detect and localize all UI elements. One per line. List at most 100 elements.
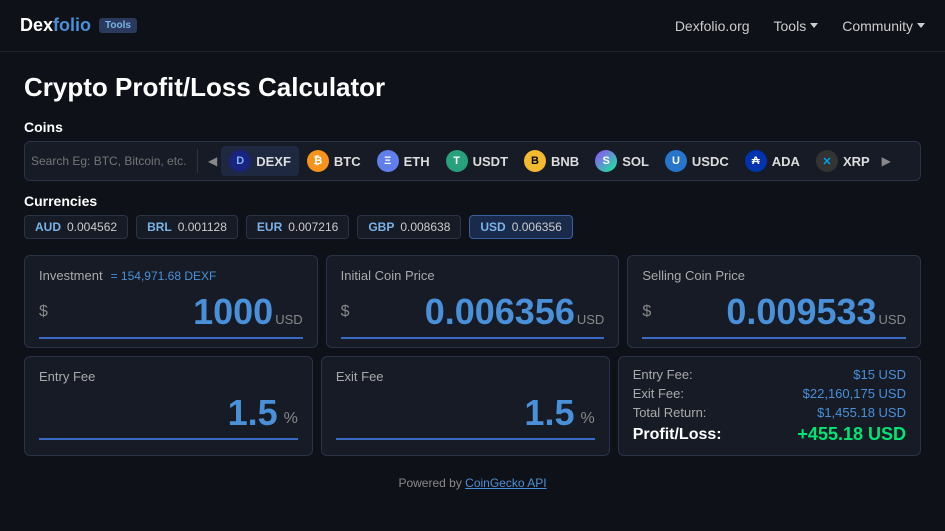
tools-badge: Tools — [99, 18, 137, 33]
initial-price-currency-symbol: $ — [341, 303, 350, 321]
entry-fee-label: Entry Fee — [39, 369, 298, 384]
exit-fee-unit: % — [580, 410, 594, 434]
coin-search-input[interactable] — [31, 154, 186, 168]
nav-dexfolio-org[interactable]: Dexfolio.org — [675, 18, 750, 34]
results-total-return-value: $1,455.18 USD — [817, 405, 906, 420]
coin-item-dexf[interactable]: D DEXF — [221, 146, 299, 176]
coin-item-bnb[interactable]: B BNB — [516, 146, 587, 176]
selling-price-value: 0.009533 — [655, 291, 876, 333]
initial-price-label: Initial Coin Price — [341, 268, 605, 283]
nav: Dexfolio.org Tools Community — [675, 18, 925, 34]
coins-divider — [197, 149, 198, 173]
tools-chevron-down-icon — [810, 23, 818, 28]
main-content: Crypto Profit/Loss Calculator Coins ◀ D … — [0, 52, 945, 466]
results-entry-fee-label: Entry Fee: — [633, 367, 693, 382]
selling-price-unit: USD — [879, 312, 906, 333]
coin-label-bnb: BNB — [551, 154, 579, 169]
coin-item-usdt[interactable]: T USDT — [438, 146, 516, 176]
exit-fee-panel: Exit Fee 1.5 % — [321, 356, 610, 456]
entry-fee-input-row: 1.5 % — [39, 392, 298, 440]
coin-icon-eth: Ξ — [377, 150, 399, 172]
entry-fee-panel: Entry Fee 1.5 % — [24, 356, 313, 456]
initial-price-value: 0.006356 — [354, 291, 575, 333]
coin-item-xrp[interactable]: ✕ XRP — [808, 146, 878, 176]
currency-brl[interactable]: BRL 0.001128 — [136, 215, 238, 239]
entry-fee-value: 1.5 — [39, 392, 278, 434]
initial-price-unit: USD — [577, 312, 604, 333]
logo-area: Dexfolio Tools — [20, 15, 137, 36]
coin-item-sol[interactable]: S SOL — [587, 146, 657, 176]
results-entry-fee-row: Entry Fee: $15 USD — [633, 367, 906, 382]
results-total-return-row: Total Return: $1,455.18 USD — [633, 405, 906, 420]
investment-unit: USD — [275, 312, 302, 333]
selling-price-label: Selling Coin Price — [642, 268, 906, 283]
currency-usd[interactable]: USD 0.006356 — [469, 215, 572, 239]
coin-label-ada: ADA — [772, 154, 800, 169]
currency-gbp[interactable]: GBP 0.008638 — [357, 215, 461, 239]
investment-equiv: = 154,971.68 DEXF — [111, 269, 217, 283]
coin-label-eth: ETH — [404, 154, 430, 169]
entry-fee-unit: % — [284, 410, 298, 434]
currencies-row: AUD 0.004562 BRL 0.001128 EUR 0.007216 G… — [24, 215, 921, 239]
selling-price-input-row: $ 0.009533 USD — [642, 291, 906, 339]
coin-icon-xrp: ✕ — [816, 150, 838, 172]
coin-search-wrapper — [31, 154, 191, 168]
investment-panel: Investment = 154,971.68 DEXF $ 1000 USD — [24, 255, 318, 348]
coins-nav-prev-icon[interactable]: ◀ — [204, 154, 221, 168]
coin-item-btc[interactable]: ₿ BTC — [299, 146, 369, 176]
coin-item-eth[interactable]: Ξ ETH — [369, 146, 438, 176]
coins-row: ◀ D DEXF ₿ BTC Ξ ETH T USDT B BNB S SOL … — [24, 141, 921, 181]
footer-coingecko-link[interactable]: CoinGecko API — [465, 476, 546, 490]
page-title: Crypto Profit/Loss Calculator — [24, 72, 921, 103]
community-chevron-down-icon — [917, 23, 925, 28]
currencies-section-label: Currencies — [24, 193, 921, 209]
coin-label-sol: SOL — [622, 154, 649, 169]
coin-label-usdt: USDT — [473, 154, 508, 169]
initial-price-panel: Initial Coin Price $ 0.006356 USD — [326, 255, 620, 348]
selling-price-panel: Selling Coin Price $ 0.009533 USD — [627, 255, 921, 348]
results-profit-value: +455.18 USD — [797, 424, 906, 445]
investment-value: 1000 — [52, 291, 273, 333]
initial-price-input-row: $ 0.006356 USD — [341, 291, 605, 339]
results-exit-fee-value: $22,160,175 USD — [803, 386, 906, 401]
results-exit-fee-label: Exit Fee: — [633, 386, 684, 401]
coin-label-usdc: USDC — [692, 154, 729, 169]
coin-icon-sol: S — [595, 150, 617, 172]
coins-section-label: Coins — [24, 119, 921, 135]
results-entry-fee-value: $15 USD — [853, 367, 906, 382]
results-profit-row: Profit/Loss: +455.18 USD — [633, 424, 906, 445]
results-exit-fee-row: Exit Fee: $22,160,175 USD — [633, 386, 906, 401]
coin-icon-usdc: U — [665, 150, 687, 172]
nav-community[interactable]: Community — [842, 18, 925, 34]
fee-row: Entry Fee 1.5 % Exit Fee 1.5 % Entry Fee… — [24, 356, 921, 456]
logo: Dexfolio — [20, 15, 91, 36]
coin-item-usdc[interactable]: U USDC — [657, 146, 737, 176]
results-panel: Entry Fee: $15 USD Exit Fee: $22,160,175… — [618, 356, 921, 456]
coin-label-btc: BTC — [334, 154, 361, 169]
calc-top-row: Investment = 154,971.68 DEXF $ 1000 USD … — [24, 255, 921, 348]
investment-label: Investment = 154,971.68 DEXF — [39, 268, 303, 283]
coin-icon-usdt: T — [446, 150, 468, 172]
coin-icon-bnb: B — [524, 150, 546, 172]
coin-icon-ada: ₳ — [745, 150, 767, 172]
results-total-return-label: Total Return: — [633, 405, 707, 420]
coins-nav-next-icon[interactable]: ▶ — [878, 154, 895, 168]
investment-currency-symbol: $ — [39, 303, 48, 321]
exit-fee-value: 1.5 — [336, 392, 575, 434]
footer: Powered by CoinGecko API — [0, 466, 945, 498]
exit-fee-label: Exit Fee — [336, 369, 595, 384]
exit-fee-input-row: 1.5 % — [336, 392, 595, 440]
coin-item-ada[interactable]: ₳ ADA — [737, 146, 808, 176]
header: Dexfolio Tools Dexfolio.org Tools Commun… — [0, 0, 945, 52]
currency-eur[interactable]: EUR 0.007216 — [246, 215, 349, 239]
coin-label-xrp: XRP — [843, 154, 870, 169]
selling-price-currency-symbol: $ — [642, 303, 651, 321]
currency-aud[interactable]: AUD 0.004562 — [24, 215, 128, 239]
results-profit-label: Profit/Loss: — [633, 426, 722, 444]
footer-text: Powered by — [398, 476, 465, 490]
coin-label-dexf: DEXF — [256, 154, 291, 169]
coin-icon-dexf: D — [229, 150, 251, 172]
nav-tools[interactable]: Tools — [774, 18, 819, 34]
coin-icon-btc: ₿ — [307, 150, 329, 172]
investment-input-row: $ 1000 USD — [39, 291, 303, 339]
